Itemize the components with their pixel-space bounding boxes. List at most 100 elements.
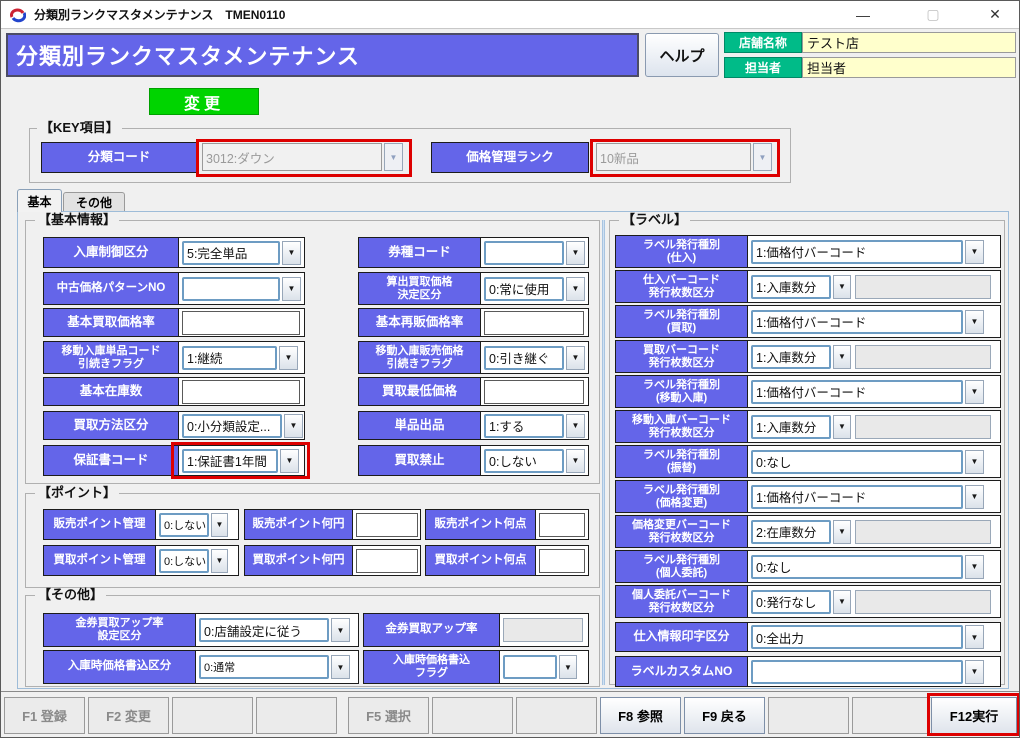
single-item-listing-combobox[interactable]: 1:する ▼ — [484, 413, 585, 438]
f5-select-button[interactable]: F5 選択 — [348, 697, 429, 734]
chevron-down-icon[interactable]: ▼ — [965, 554, 984, 579]
used-price-pattern-combobox[interactable]: ▼ — [182, 276, 301, 301]
chevron-down-icon[interactable]: ▼ — [965, 659, 984, 684]
field-label: ラベル発行種別 (移動入庫) — [616, 376, 748, 407]
consignment-barcode-count-combobox[interactable]: 0:発行なし ▼ — [751, 589, 851, 614]
chevron-down-icon[interactable]: ▼ — [833, 519, 851, 544]
f12-execute-button[interactable]: F12実行 — [931, 697, 1017, 734]
stockin-price-write-combobox[interactable]: 0:通常 ▼ — [199, 655, 350, 679]
store-name-value: テスト店 — [802, 32, 1016, 53]
field-label: 個人委託バーコード 発行枚数区分 — [616, 586, 748, 617]
field-label: 移動入庫単品コード 引続きフラグ — [44, 342, 179, 373]
chevron-down-icon[interactable]: ▼ — [965, 239, 984, 264]
f2-change-button[interactable]: F2 変更 — [88, 697, 169, 734]
purchase-barcode-count-combobox[interactable]: 1:入庫数分 ▼ — [751, 274, 851, 299]
sell-point-manage-combobox[interactable]: 0:しない ▼ — [159, 512, 228, 537]
chevron-down-icon[interactable]: ▼ — [284, 413, 303, 438]
chevron-down-icon[interactable]: ▼ — [965, 625, 984, 649]
tab-basic[interactable]: 基本 — [17, 189, 62, 212]
class-code-combobox[interactable]: 3012:ダウン ▼ — [202, 143, 403, 171]
base-resale-rate-input[interactable] — [484, 310, 584, 335]
buy-method-combobox[interactable]: 0:小分類設定... ▼ — [182, 413, 303, 438]
label-type-move-combobox[interactable]: 1:価格付バーコード ▼ — [751, 379, 984, 404]
stock-control-combobox[interactable]: 5:完全単品 ▼ — [182, 240, 301, 265]
chevron-down-icon[interactable]: ▼ — [965, 379, 984, 404]
min-buy-price-input[interactable] — [484, 379, 584, 404]
ticket-type-combobox[interactable]: ▼ — [484, 240, 585, 265]
help-button[interactable]: ヘルプ — [645, 33, 719, 77]
field-row: 個人委託バーコード 発行枚数区分 0:発行なし ▼ — [615, 585, 1001, 618]
voucher-up-rate-setting-combobox[interactable]: 0:店舗設定に従う ▼ — [199, 618, 350, 642]
price-change-barcode-count-combobox[interactable]: 2:在庫数分 ▼ — [751, 519, 851, 544]
chevron-down-icon: ▼ — [753, 143, 772, 171]
purchase-info-print-combobox[interactable]: 0:全出力 ▼ — [751, 625, 984, 649]
field-label: 買取方法区分 — [44, 412, 179, 439]
app-window: 分類別ランクマスタメンテナンス TMEN0110 — ▢ ✕ 分類別ランクマスタ… — [0, 0, 1020, 738]
chevron-down-icon[interactable]: ▼ — [833, 274, 851, 299]
chevron-down-icon[interactable]: ▼ — [566, 448, 585, 473]
minimize-button[interactable]: — — [841, 1, 885, 28]
label-type-purchase-combobox[interactable]: 1:価格付バーコード ▼ — [751, 239, 984, 264]
chevron-down-icon[interactable]: ▼ — [331, 655, 350, 679]
label-custom-no-combobox[interactable]: ▼ — [751, 659, 984, 684]
basic-info-title: 【基本情報】 — [35, 213, 120, 227]
move-stock-item-flag-combobox[interactable]: 1:継続 ▼ — [182, 345, 298, 370]
tab-other[interactable]: その他 — [63, 192, 125, 212]
field-row: ラベル発行種別 (振替) 0:なし ▼ — [615, 445, 1001, 478]
field-label: 金券買取アップ率 設定区分 — [44, 614, 196, 646]
field-label: 移動入庫バーコード 発行枚数区分 — [616, 411, 748, 442]
chevron-down-icon[interactable]: ▼ — [279, 345, 298, 370]
price-rank-combobox[interactable]: 10新品 ▼ — [596, 143, 772, 171]
f8-reference-button[interactable]: F8 参照 — [600, 697, 681, 734]
chevron-down-icon[interactable]: ▼ — [965, 484, 984, 509]
chevron-down-icon[interactable]: ▼ — [280, 448, 299, 473]
chevron-down-icon[interactable]: ▼ — [833, 344, 851, 369]
chevron-down-icon[interactable]: ▼ — [566, 413, 585, 438]
chevron-down-icon[interactable]: ▼ — [211, 548, 228, 573]
buy-barcode-count-combobox[interactable]: 1:入庫数分 ▼ — [751, 344, 851, 369]
stockin-price-write-flag-combobox[interactable]: ▼ — [503, 655, 577, 679]
buy-point-manage-combobox[interactable]: 0:しない ▼ — [159, 548, 228, 573]
chevron-down-icon[interactable]: ▼ — [282, 240, 301, 265]
chevron-down-icon[interactable]: ▼ — [833, 589, 851, 614]
move-barcode-count-combobox[interactable]: 1:入庫数分 ▼ — [751, 414, 851, 439]
chevron-down-icon[interactable]: ▼ — [566, 345, 585, 370]
move-stock-price-flag-combobox[interactable]: 0:引き継ぐ ▼ — [484, 345, 585, 370]
label-group-title: 【ラベル】 — [619, 213, 691, 227]
field-label: 買取ポイント何円 — [245, 546, 353, 575]
close-button[interactable]: ✕ — [973, 1, 1017, 28]
field-label: 買取ポイント何点 — [426, 546, 536, 575]
label-type-transfer-combobox[interactable]: 0:なし ▼ — [751, 449, 984, 474]
chevron-down-icon[interactable]: ▼ — [833, 414, 851, 439]
field-label: 販売ポイント何点 — [426, 510, 536, 539]
label-type-price-change-combobox[interactable]: 1:価格付バーコード ▼ — [751, 484, 984, 509]
field-label: ラベル発行種別 (価格変更) — [616, 481, 748, 512]
field-label: 買取最低価格 — [359, 378, 481, 405]
calc-buy-price-combobox[interactable]: 0:常に使用 ▼ — [484, 276, 585, 301]
buy-point-yen-input[interactable] — [356, 548, 418, 573]
field-row: 金券買取アップ率 — [363, 613, 589, 647]
warranty-code-combobox[interactable]: 1:保証書1年間 ▼ — [182, 448, 299, 473]
price-rank-label: 価格管理ランク — [431, 142, 589, 173]
base-stock-qty-input[interactable] — [182, 379, 300, 404]
chevron-down-icon[interactable]: ▼ — [559, 655, 577, 679]
chevron-down-icon[interactable]: ▼ — [282, 276, 301, 301]
chevron-down-icon[interactable]: ▼ — [566, 276, 585, 301]
chevron-down-icon[interactable]: ▼ — [331, 618, 350, 642]
buy-ban-combobox[interactable]: 0:しない ▼ — [484, 448, 585, 473]
f9-back-button[interactable]: F9 戻る — [684, 697, 765, 734]
f1-register-button[interactable]: F1 登録 — [4, 697, 85, 734]
chevron-down-icon[interactable]: ▼ — [211, 512, 228, 537]
sell-point-qty-input[interactable] — [539, 512, 585, 537]
sell-point-yen-input[interactable] — [356, 512, 418, 537]
field-row: 金券買取アップ率 設定区分 0:店舗設定に従う ▼ — [43, 613, 359, 647]
field-row: 移動入庫販売価格 引続きフラグ 0:引き継ぐ ▼ — [358, 341, 589, 374]
chevron-down-icon[interactable]: ▼ — [965, 309, 984, 334]
base-buy-rate-input[interactable] — [182, 310, 300, 335]
chevron-down-icon[interactable]: ▼ — [566, 240, 585, 265]
buy-point-qty-input[interactable] — [539, 548, 585, 573]
chevron-down-icon[interactable]: ▼ — [965, 449, 984, 474]
field-label: 基本買取価格率 — [44, 309, 179, 336]
label-type-buy-combobox[interactable]: 1:価格付バーコード ▼ — [751, 309, 984, 334]
label-type-consignment-combobox[interactable]: 0:なし ▼ — [751, 554, 984, 579]
